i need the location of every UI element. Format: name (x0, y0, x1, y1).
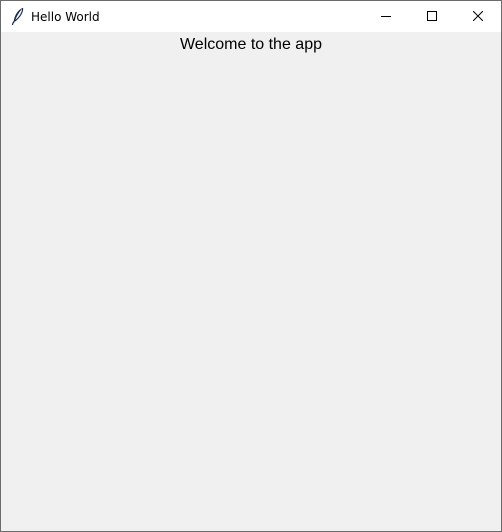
app-window: Hello World Welcome to the app (0, 0, 502, 532)
title-bar[interactable]: Hello World (1, 1, 501, 32)
minimize-button[interactable] (363, 1, 409, 32)
client-area: Welcome to the app (1, 32, 501, 531)
maximize-button[interactable] (409, 1, 455, 32)
maximize-icon (427, 8, 437, 26)
close-button[interactable] (455, 1, 501, 32)
feather-icon (10, 7, 26, 26)
welcome-label: Welcome to the app (179, 36, 322, 53)
window-title: Hello World (31, 10, 100, 24)
close-icon (472, 8, 484, 26)
minimize-icon (381, 8, 391, 26)
